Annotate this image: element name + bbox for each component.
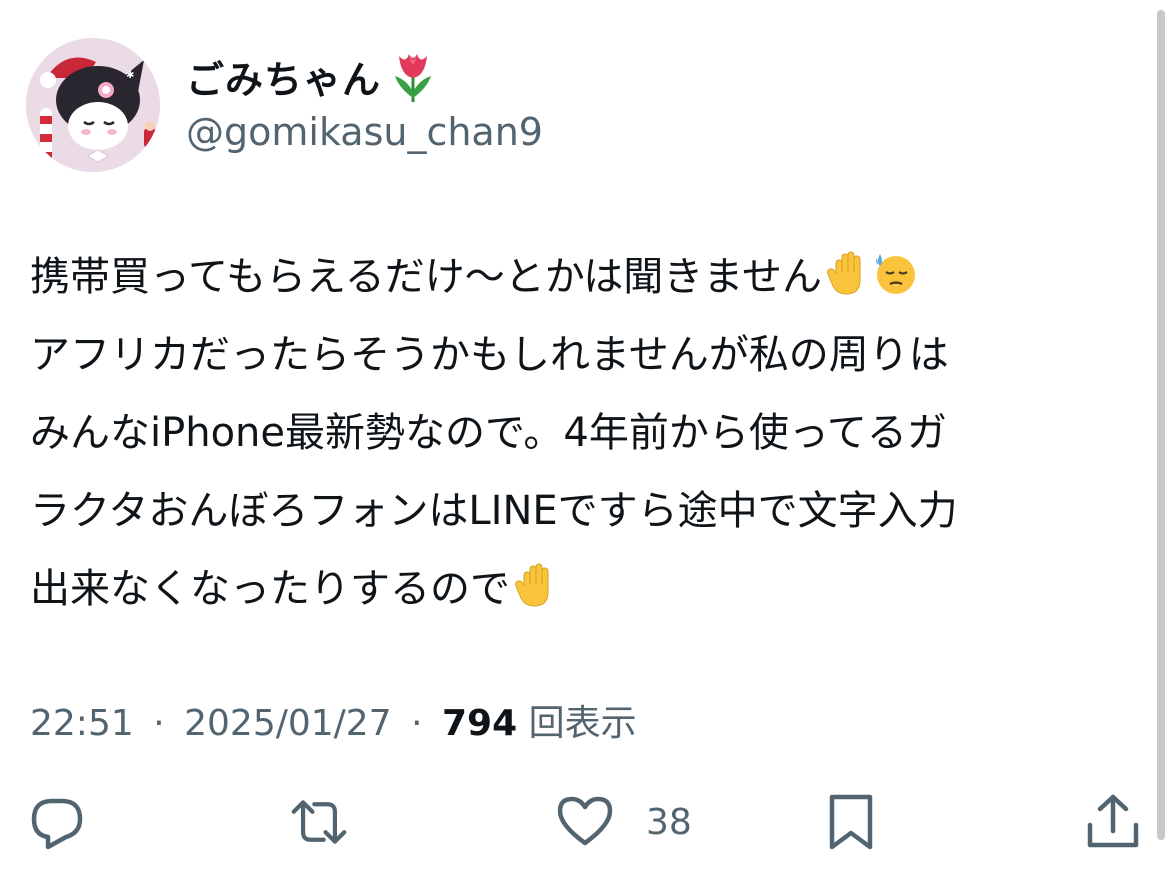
heart-icon: [557, 796, 613, 846]
display-name[interactable]: ごみちゃん: [186, 49, 381, 104]
bookmark-button[interactable]: [822, 790, 880, 854]
reply-button[interactable]: [28, 790, 86, 854]
user-handle[interactable]: @gomikasu_chan9: [186, 110, 543, 154]
share-button[interactable]: [1084, 790, 1142, 854]
avatar-kuromi-image: ✱: [26, 38, 160, 172]
tweet-line: みんなiPhone最新勢なので。4年前から使ってるガ: [30, 410, 947, 456]
tweet-text: 携帯買ってもらえるだけ〜とかは聞きません アフリカだったらそうかもしれませんが私…: [30, 238, 1140, 628]
tweet-line-text: 出来なくなったりするので: [30, 566, 510, 612]
share-icon: [1087, 794, 1139, 848]
like-button[interactable]: 38: [556, 790, 692, 854]
tulip-emoji: [395, 54, 432, 102]
reply-icon: [31, 798, 83, 850]
tweet-line-text: 携帯買ってもらえるだけ〜とかは聞きません: [30, 254, 822, 300]
views-count: 794: [441, 703, 518, 744]
svg-text:✱: ✱: [126, 70, 134, 81]
tweet-date[interactable]: 2025/01/27: [184, 703, 392, 744]
tweet-line: 出来なくなったりするので: [30, 550, 1140, 628]
tweet-detail-page: ✱ ごみちゃん @gomikasu_chan9 携帯買ってもらえるだけ〜とかは聞…: [0, 0, 1170, 873]
tweet-line: 携帯買ってもらえるだけ〜とかは聞きません: [30, 238, 1140, 316]
views-label: 回表示: [528, 703, 637, 744]
meta-separator: ·: [411, 703, 423, 744]
downcast-sweat-face-emoji: [876, 254, 915, 294]
tweet-time[interactable]: 22:51: [30, 703, 134, 744]
retweet-icon: [291, 800, 347, 844]
avatar[interactable]: ✱: [26, 38, 160, 172]
retweet-button[interactable]: [290, 790, 348, 854]
raised-hand-emoji: [515, 563, 549, 607]
tweet-meta: 22:51 · 2025/01/27 · 794 回表示: [30, 694, 637, 746]
scrollbar[interactable]: [1157, 10, 1165, 840]
tweet-line: ラクタおんぼろフォンはLINEですら途中で文字入力: [30, 488, 958, 534]
meta-separator: ·: [153, 703, 165, 744]
bookmark-icon: [829, 794, 873, 850]
raised-hand-emoji: [827, 251, 861, 295]
tweet-line: アフリカだったらそうかもしれませんが私の周りは: [30, 332, 949, 378]
like-count: 38: [646, 801, 692, 843]
user-name-row[interactable]: ごみちゃん: [186, 48, 437, 104]
tweet-action-bar: 38: [0, 790, 1170, 854]
